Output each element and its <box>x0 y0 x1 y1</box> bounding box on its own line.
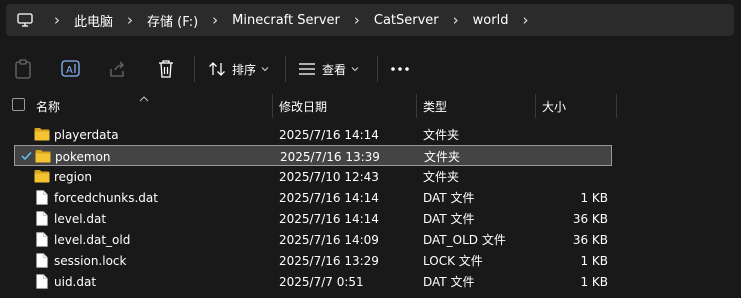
file-name: pokemon <box>55 149 111 164</box>
file-size: 1 KB <box>580 253 608 268</box>
file-modified-date: 2025/7/10 12:43 <box>279 169 379 184</box>
chevron-down-icon <box>261 66 269 72</box>
file-modified-date: 2025/7/16 13:39 <box>280 149 380 164</box>
file-row[interactable]: session.lock 2025/7/16 13:29 LOCK 文件 1 KB <box>14 250 612 271</box>
paste-button[interactable] <box>14 56 32 82</box>
toolbar-divider <box>285 56 286 82</box>
breadcrumb-catserver[interactable]: CatServer <box>374 13 439 28</box>
file-name: region <box>54 169 92 184</box>
file-type: LOCK 文件 <box>423 254 483 268</box>
chevron-right-icon[interactable]: › <box>340 11 374 29</box>
file-name: uid.dat <box>54 274 97 289</box>
file-type: DAT 文件 <box>423 191 475 205</box>
file-size: 36 KB <box>572 232 608 247</box>
monitor-icon[interactable] <box>10 4 40 36</box>
svg-text:A: A <box>66 65 73 76</box>
chevron-down-icon <box>351 66 359 72</box>
file-name: playerdata <box>54 127 119 142</box>
file-size <box>543 146 609 167</box>
breadcrumb-drive[interactable]: 存储 (F:) <box>147 11 198 30</box>
rename-icon: A <box>61 59 81 79</box>
chevron-right-icon[interactable]: › <box>439 11 473 29</box>
toolbar-divider <box>377 56 378 82</box>
file-size: 36 KB <box>572 211 608 226</box>
delete-button[interactable] <box>157 56 175 82</box>
more-icon <box>390 66 410 72</box>
file-size <box>542 166 608 187</box>
delete-icon <box>157 59 175 79</box>
file-modified-date: 2025/7/16 13:29 <box>279 253 379 268</box>
column-resize-handle[interactable] <box>272 94 273 118</box>
file-type: DAT_OLD 文件 <box>423 233 506 247</box>
rename-button[interactable]: A <box>61 56 81 82</box>
file-row[interactable]: uid.dat 2025/7/7 0:51 DAT 文件 1 KB <box>14 271 612 292</box>
breadcrumb-minecraft-server[interactable]: Minecraft Server <box>232 13 340 28</box>
view-icon <box>298 62 316 76</box>
file-modified-date: 2025/7/16 14:14 <box>279 190 379 205</box>
folder-icon <box>34 127 50 144</box>
file-row[interactable]: pokemon 2025/7/16 13:39 文件夹 <box>14 145 612 166</box>
share-button[interactable] <box>108 56 126 82</box>
row-checkbox-checked[interactable] <box>21 150 32 164</box>
chevron-right-icon[interactable]: › <box>40 11 74 29</box>
file-row[interactable]: playerdata 2025/7/16 14:14 文件夹 <box>14 124 612 145</box>
file-size <box>542 124 608 145</box>
folder-icon <box>35 149 51 166</box>
file-row[interactable]: forcedchunks.dat 2025/7/16 14:14 DAT 文件 1 K… <box>14 187 612 208</box>
file-type: 文件夹 <box>423 128 460 142</box>
column-resize-handle[interactable] <box>616 94 617 118</box>
breadcrumb-world[interactable]: world <box>473 13 509 28</box>
file-modified-date: 2025/7/16 14:14 <box>279 127 379 142</box>
file-row[interactable]: level.dat 2025/7/16 14:14 DAT 文件 36 KB <box>14 208 612 229</box>
toolbar-divider <box>194 56 195 82</box>
sort-label: 排序 <box>232 62 257 77</box>
file-row[interactable]: region 2025/7/10 12:43 文件夹 <box>14 166 612 187</box>
command-bar: A 排序 查看 <box>0 44 741 94</box>
file-type: DAT 文件 <box>423 212 475 226</box>
file-icon <box>36 211 48 229</box>
folder-icon <box>34 169 50 186</box>
file-type: 文件夹 <box>423 170 460 184</box>
file-size: 1 KB <box>580 190 608 205</box>
file-row[interactable]: level.dat_old 2025/7/16 14:09 DAT_OLD 文件 36… <box>14 229 612 250</box>
file-name: level.dat <box>54 211 107 226</box>
file-modified-date: 2025/7/7 0:51 <box>279 274 364 289</box>
chevron-right-icon[interactable]: › <box>113 11 147 29</box>
column-size[interactable]: 大小 <box>542 94 566 118</box>
file-type: 文件夹 <box>424 150 461 164</box>
select-all-checkbox[interactable] <box>12 98 25 111</box>
file-name: forcedchunks.dat <box>54 190 158 205</box>
chevron-right-icon[interactable]: › <box>508 11 542 29</box>
file-name: level.dat_old <box>54 232 131 247</box>
file-icon <box>36 190 48 208</box>
sort-icon <box>208 61 226 77</box>
column-name[interactable]: 名称 <box>36 94 60 118</box>
address-bar[interactable]: › 此电脑 › 存储 (F:) › Minecraft Server › Cat… <box>6 4 734 36</box>
column-modified[interactable]: 修改日期 <box>279 94 327 118</box>
column-resize-handle[interactable] <box>535 94 536 118</box>
view-button[interactable]: 查看 <box>298 56 359 82</box>
view-label: 查看 <box>322 62 347 77</box>
file-icon <box>36 253 48 271</box>
file-modified-date: 2025/7/16 14:14 <box>279 211 379 226</box>
sort-button[interactable]: 排序 <box>208 56 269 82</box>
file-icon <box>36 274 48 292</box>
file-icon <box>36 232 48 250</box>
more-button[interactable] <box>390 56 410 82</box>
column-type[interactable]: 类型 <box>423 94 447 118</box>
file-size: 1 KB <box>580 274 608 289</box>
breadcrumb: › 此电脑 › 存储 (F:) › Minecraft Server › Cat… <box>40 4 542 36</box>
share-icon <box>108 60 126 78</box>
file-modified-date: 2025/7/16 14:09 <box>279 232 379 247</box>
chevron-right-icon[interactable]: › <box>198 11 232 29</box>
file-name: session.lock <box>54 253 127 268</box>
paste-icon <box>14 59 32 79</box>
breadcrumb-this-pc[interactable]: 此电脑 <box>74 11 113 30</box>
column-resize-handle[interactable] <box>416 94 417 118</box>
column-header: 名称 修改日期 类型 大小 <box>0 94 741 118</box>
file-type: DAT 文件 <box>423 275 475 289</box>
